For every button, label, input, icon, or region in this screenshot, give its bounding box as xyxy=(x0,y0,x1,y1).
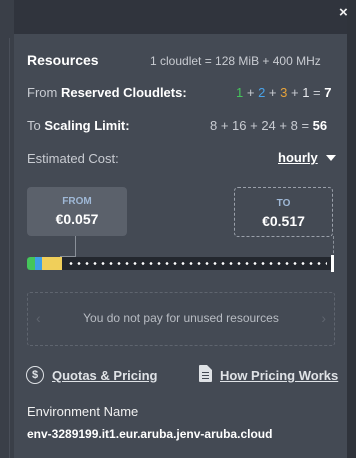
scaling-expression: 8 + 16 + 24 + 8 = xyxy=(210,118,310,133)
close-icon[interactable]: × xyxy=(339,4,348,21)
period-dropdown[interactable]: hourly xyxy=(278,150,318,165)
scaling-label: Scaling Limit: xyxy=(44,118,130,133)
document-icon xyxy=(199,365,212,382)
from-label: FROM xyxy=(62,196,92,207)
to-value: €0.517 xyxy=(262,213,305,229)
scaling-total: 56 xyxy=(312,118,328,133)
quotas-pricing-link[interactable]: Quotas & Pricing xyxy=(52,368,157,383)
reserved-row-label: From Reserved Cloudlets: xyxy=(27,85,187,100)
reserved-value-3: 3 xyxy=(280,85,288,100)
slider-segment-blue xyxy=(35,257,42,270)
slider-segment-yellow xyxy=(42,257,62,270)
reserved-value-1: 1 xyxy=(236,85,244,100)
reserved-prefix: From xyxy=(27,85,58,100)
resources-title: Resources xyxy=(27,52,99,68)
slider-track-dots xyxy=(67,262,327,265)
divider xyxy=(9,38,10,458)
right-edge xyxy=(347,0,356,458)
cloudlet-range-slider[interactable] xyxy=(27,255,334,272)
to-cost-box: TO €0.517 xyxy=(234,187,333,237)
scaling-value: 8 + 16 + 24 + 8 = 56 xyxy=(210,118,327,133)
from-value: €0.057 xyxy=(55,211,99,227)
reserved-value-2: 2 xyxy=(258,85,266,100)
environment-name-label: Environment Name xyxy=(27,404,139,419)
chevron-right-icon: › xyxy=(321,310,326,326)
notice-text: You do not pay for unused resources xyxy=(83,311,279,325)
environment-name-value: env-3289199.it1.eur.aruba.jenv-aruba.clo… xyxy=(27,427,273,441)
how-pricing-works-link[interactable]: How Pricing Works xyxy=(220,368,338,383)
to-label: TO xyxy=(276,198,291,209)
reserved-value: 1 + 2 + 3 + 1 = 7 xyxy=(236,85,332,100)
caret-down-icon[interactable] xyxy=(326,155,336,161)
reserved-label: Reserved Cloudlets: xyxy=(60,85,187,100)
estimated-cost-label: Estimated Cost: xyxy=(27,151,119,166)
dollar-circle-icon: $ xyxy=(26,366,44,384)
reserved-total: 7 xyxy=(324,85,332,100)
from-cost-box: FROM €0.057 xyxy=(27,187,127,236)
scaling-row-label: To Scaling Limit: xyxy=(27,118,130,133)
cloudlet-info: 1 cloudlet = 128 MiB + 400 MHz xyxy=(150,54,321,68)
slider-handle[interactable] xyxy=(331,255,334,272)
scaling-prefix: To xyxy=(27,118,41,133)
left-panel-strip xyxy=(0,0,14,458)
unused-resources-notice: ‹ You do not pay for unused resources › xyxy=(27,292,335,346)
reserved-value-4: 1 xyxy=(302,85,310,100)
from-connector xyxy=(75,236,76,256)
